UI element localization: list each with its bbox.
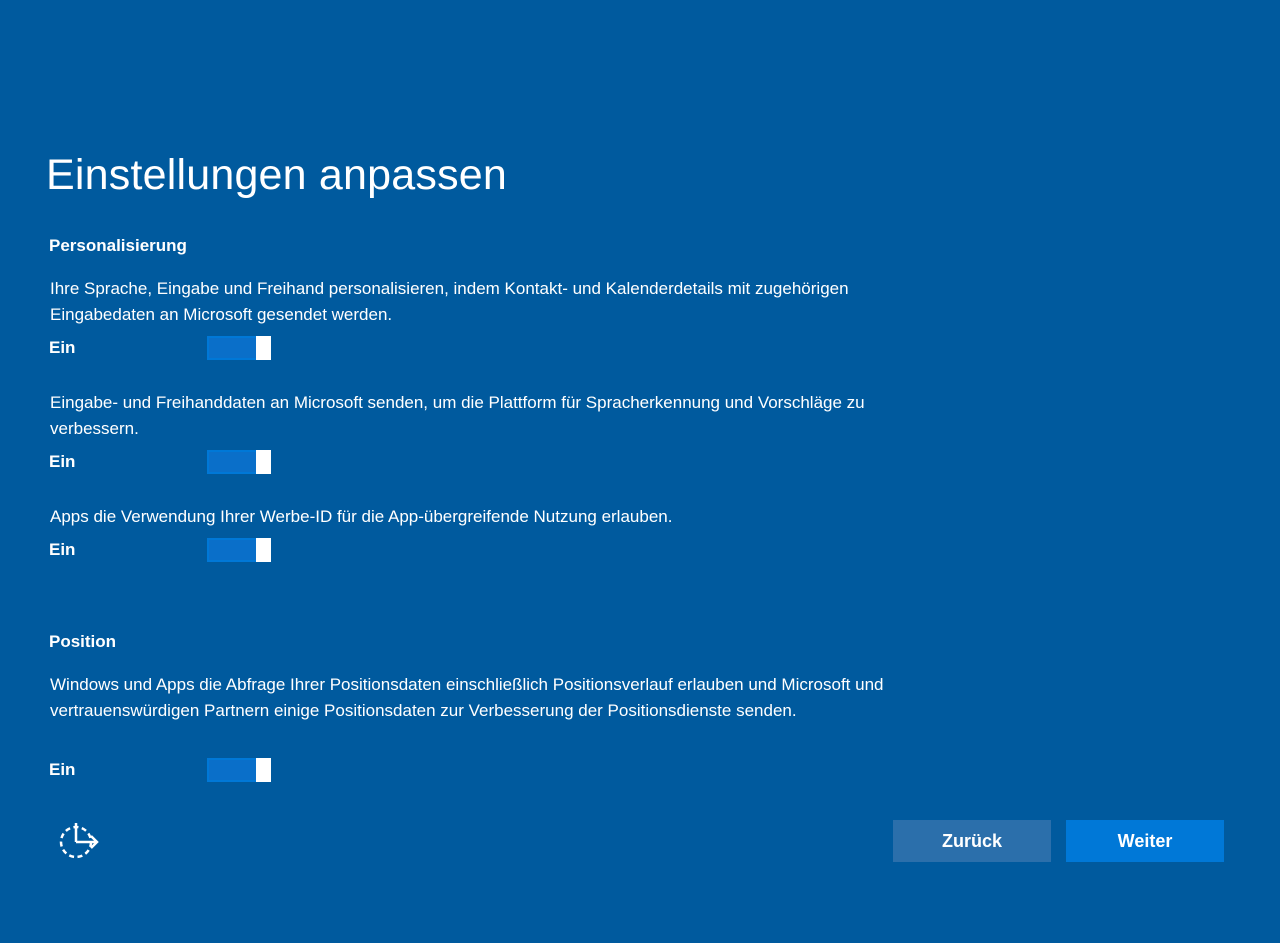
setting-description-send-input-data: Eingabe- und Freihanddaten an Microsoft … bbox=[50, 393, 865, 438]
setting-row-personalize-input: Ein bbox=[49, 336, 289, 360]
section-heading-location: Position bbox=[49, 632, 117, 651]
toggle-thumb bbox=[256, 336, 271, 360]
setting-row-advertising-id: Ein bbox=[49, 538, 289, 562]
toggle-state-label: Ein bbox=[49, 540, 76, 559]
setting-description-advertising-id: Apps die Verwendung Ihrer Werbe-ID für d… bbox=[50, 507, 673, 526]
toggle-track bbox=[207, 538, 259, 562]
toggle-location[interactable] bbox=[207, 758, 271, 782]
page-title: Einstellungen anpassen bbox=[46, 151, 508, 199]
ease-of-access-button[interactable] bbox=[56, 820, 106, 864]
setting-row-location: Ein bbox=[49, 758, 289, 782]
toggle-state-label: Ein bbox=[49, 338, 76, 357]
toggle-thumb bbox=[256, 450, 271, 474]
section-heading-personalization: Personalisierung bbox=[49, 236, 187, 255]
toggle-send-input-data[interactable] bbox=[207, 450, 271, 474]
toggle-personalize-input[interactable] bbox=[207, 336, 271, 360]
toggle-state-label: Ein bbox=[49, 760, 76, 779]
toggle-thumb bbox=[256, 758, 271, 782]
back-button[interactable]: Zurück bbox=[893, 820, 1051, 862]
toggle-track bbox=[207, 758, 259, 782]
setting-description-location: Windows und Apps die Abfrage Ihrer Posit… bbox=[50, 675, 884, 720]
setting-description-personalize-input: Ihre Sprache, Eingabe und Freihand perso… bbox=[50, 279, 849, 324]
toggle-track bbox=[207, 336, 259, 360]
toggle-track bbox=[207, 450, 259, 474]
toggle-thumb bbox=[256, 538, 271, 562]
ease-of-access-icon bbox=[59, 823, 99, 859]
next-button[interactable]: Weiter bbox=[1066, 820, 1224, 862]
toggle-state-label: Ein bbox=[49, 452, 76, 471]
setting-row-send-input-data: Ein bbox=[49, 450, 289, 474]
toggle-advertising-id[interactable] bbox=[207, 538, 271, 562]
